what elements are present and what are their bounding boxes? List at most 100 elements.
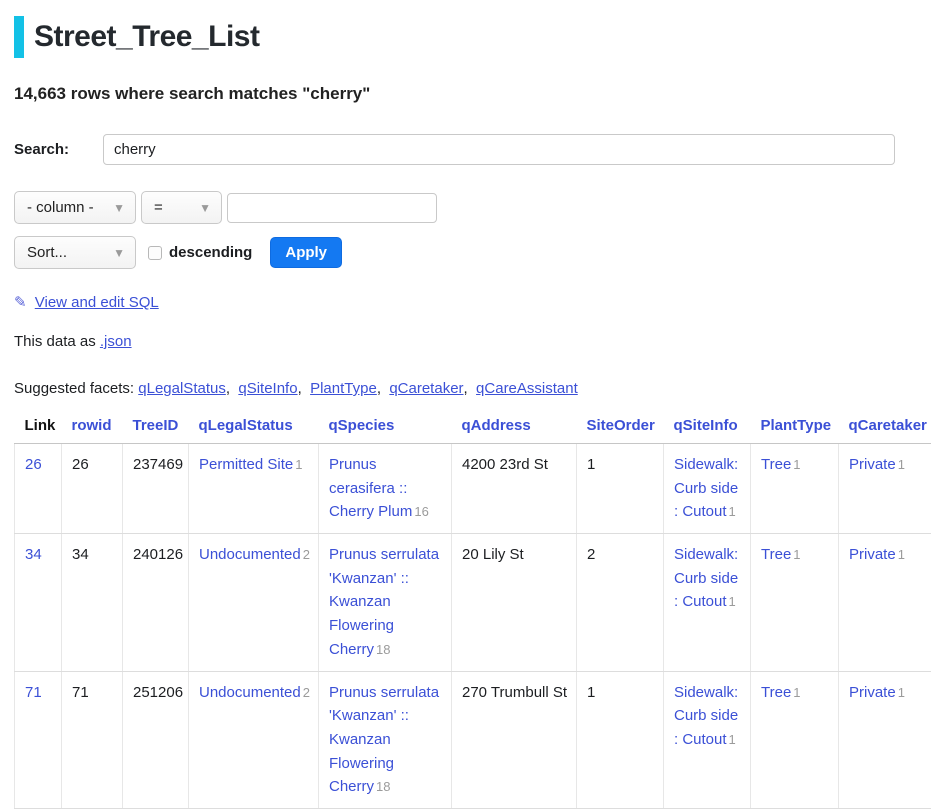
- facet-count: 1: [793, 547, 800, 562]
- facet-count: 1: [898, 457, 905, 472]
- table-row: 26 26 237469 Permitted Site1 Prunus cera…: [15, 444, 931, 534]
- planttype-cell: Tree1: [751, 534, 839, 671]
- operator-select-value: =: [154, 199, 163, 216]
- facet-count: 1: [793, 685, 800, 700]
- siteorder-cell: 2: [577, 534, 664, 671]
- page-header: Street_Tree_List: [14, 16, 930, 58]
- column-header-qspecies[interactable]: qSpecies: [319, 413, 452, 444]
- planttype-cell: Tree1: [751, 671, 839, 808]
- column-header-qsiteinfo[interactable]: qSiteInfo: [664, 413, 751, 444]
- facet-value-link[interactable]: Tree: [761, 546, 791, 563]
- row-link[interactable]: 71: [25, 684, 42, 701]
- facet-count: 18: [376, 642, 390, 657]
- facet-count: 1: [729, 732, 736, 747]
- facet-count: 1: [793, 457, 800, 472]
- facet-value-link[interactable]: Undocumented: [199, 684, 301, 701]
- column-header-siteorder[interactable]: SiteOrder: [577, 413, 664, 444]
- column-header-qcaretaker[interactable]: qCaretaker: [839, 413, 931, 444]
- qspecies-cell: Prunus serrulata 'Kwanzan' :: Kwanzan Fl…: [319, 534, 452, 671]
- column-header-qaddress[interactable]: qAddress: [452, 413, 577, 444]
- facet-link-qsiteinfo[interactable]: qSiteInfo: [238, 380, 306, 397]
- apply-button[interactable]: Apply: [270, 237, 342, 268]
- facet-count: 16: [414, 504, 428, 519]
- qsiteinfo-cell: Sidewalk: Curb side : Cutout1: [664, 534, 751, 671]
- chevron-down-icon: ▼: [113, 246, 125, 260]
- rowid-cell: 71: [62, 671, 123, 808]
- pencil-icon: ✎: [14, 294, 27, 311]
- column-header-rowid[interactable]: rowid: [62, 413, 123, 444]
- facet-link-planttype[interactable]: PlantType: [310, 380, 385, 397]
- view-edit-sql-link[interactable]: View and edit SQL: [35, 294, 159, 311]
- chevron-down-icon: ▼: [199, 201, 211, 215]
- table-row: 71 71 251206 Undocumented2 Prunus serrul…: [15, 671, 931, 808]
- qcaretaker-cell: Private1: [839, 444, 931, 534]
- column-select-value: - column -: [27, 199, 94, 216]
- qspecies-cell: Prunus serrulata 'Kwanzan' :: Kwanzan Fl…: [319, 671, 452, 808]
- column-header-link: Link: [15, 413, 62, 444]
- row-link[interactable]: 26: [25, 456, 42, 473]
- siteorder-cell: 1: [577, 444, 664, 534]
- facet-count: 1: [729, 594, 736, 609]
- descending-checkbox[interactable]: [148, 246, 162, 260]
- qspecies-cell: Prunus cerasifera :: Cherry Plum16: [319, 444, 452, 534]
- column-header-planttype[interactable]: PlantType: [751, 413, 839, 444]
- row-link[interactable]: 34: [25, 546, 42, 563]
- sort-row: Sort... ▼ descending Apply: [14, 236, 930, 269]
- suggested-facets-label: Suggested facets:: [14, 380, 134, 397]
- column-select[interactable]: - column - ▼: [14, 191, 136, 224]
- facet-value-link[interactable]: Tree: [761, 456, 791, 473]
- facet-link-qlegalstatus[interactable]: qLegalStatus: [138, 380, 234, 397]
- facet-link-qcareassistant[interactable]: qCareAssistant: [476, 380, 578, 397]
- siteorder-cell: 1: [577, 671, 664, 808]
- facet-value-link[interactable]: Private: [849, 456, 896, 473]
- qaddress-cell: 270 Trumbull St: [452, 671, 577, 808]
- facet-value-link[interactable]: Undocumented: [199, 546, 301, 563]
- filter-row: - column - ▼ = ▼: [14, 191, 930, 224]
- results-table: Link rowid TreeID qLegalStatus qSpecies …: [14, 413, 931, 809]
- qcaretaker-cell: Private1: [839, 534, 931, 671]
- facet-value-link[interactable]: Permitted Site: [199, 456, 293, 473]
- facet-count: 1: [898, 547, 905, 562]
- json-link[interactable]: .json: [100, 333, 132, 350]
- qlegalstatus-cell: Permitted Site1: [189, 444, 319, 534]
- operator-select[interactable]: = ▼: [141, 191, 222, 224]
- descending-label: descending: [169, 244, 252, 261]
- search-input[interactable]: [103, 134, 895, 165]
- facet-count: 2: [303, 685, 310, 700]
- search-row: Search:: [14, 134, 930, 165]
- facet-value-link[interactable]: Private: [849, 546, 896, 563]
- column-header-treeid[interactable]: TreeID: [123, 413, 189, 444]
- facet-value-link[interactable]: Private: [849, 684, 896, 701]
- facet-value-link[interactable]: Tree: [761, 684, 791, 701]
- facet-link-qcaretaker[interactable]: qCaretaker: [389, 380, 472, 397]
- treeid-cell: 251206: [123, 671, 189, 808]
- page-title: Street_Tree_List: [34, 16, 259, 58]
- qlegalstatus-cell: Undocumented2: [189, 534, 319, 671]
- table-header-row: Link rowid TreeID qLegalStatus qSpecies …: [15, 413, 931, 444]
- treeid-cell: 237469: [123, 444, 189, 534]
- search-label: Search:: [14, 141, 103, 158]
- sort-select[interactable]: Sort... ▼: [14, 236, 136, 269]
- qaddress-cell: 4200 23rd St: [452, 444, 577, 534]
- facet-count: 1: [295, 457, 302, 472]
- facet-count: 18: [376, 779, 390, 794]
- qsiteinfo-cell: Sidewalk: Curb side : Cutout1: [664, 444, 751, 534]
- planttype-cell: Tree1: [751, 444, 839, 534]
- export-label: This data as: [14, 333, 96, 350]
- chevron-down-icon: ▼: [113, 201, 125, 215]
- sort-select-value: Sort...: [27, 244, 67, 261]
- rowid-cell: 34: [62, 534, 123, 671]
- sql-link-row: ✎ View and edit SQL: [14, 293, 930, 311]
- title-accent-bar: [14, 16, 24, 58]
- column-header-qlegalstatus[interactable]: qLegalStatus: [189, 413, 319, 444]
- facet-value-link[interactable]: Prunus cerasifera :: Cherry Plum: [329, 456, 412, 520]
- row-count-summary: 14,663 rows where search matches "cherry…: [14, 84, 930, 104]
- facet-count: 2: [303, 547, 310, 562]
- treeid-cell: 240126: [123, 534, 189, 671]
- qaddress-cell: 20 Lily St: [452, 534, 577, 671]
- qsiteinfo-cell: Sidewalk: Curb side : Cutout1: [664, 671, 751, 808]
- qlegalstatus-cell: Undocumented2: [189, 671, 319, 808]
- table-row: 34 34 240126 Undocumented2 Prunus serrul…: [15, 534, 931, 671]
- filter-value-input[interactable]: [227, 193, 437, 223]
- qcaretaker-cell: Private1: [839, 671, 931, 808]
